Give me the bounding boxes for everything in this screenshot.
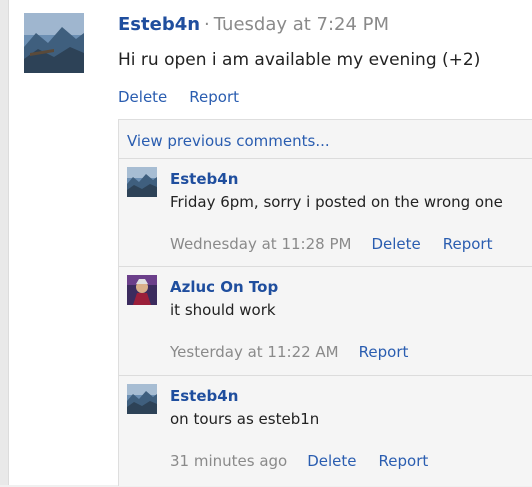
post-author-avatar[interactable] <box>24 13 84 73</box>
comment-author-avatar[interactable] <box>127 167 157 197</box>
comment-meta: Yesterday at 11:22 AM Report <box>170 343 430 361</box>
comment-text: Friday 6pm, sorry i posted on the wrong … <box>170 193 503 211</box>
comment-timestamp[interactable]: Yesterday at 11:22 AM <box>170 343 339 361</box>
post-header-separator: · <box>204 14 210 35</box>
comment-author-avatar[interactable] <box>127 384 157 414</box>
comment-meta: 31 minutes ago Delete Report <box>170 452 450 470</box>
comments-panel: View previous comments... Esteb4n Friday… <box>118 119 532 486</box>
post-text: Hi ru open i am available my evening (+2… <box>118 50 481 70</box>
landscape-avatar-image <box>127 384 157 414</box>
post-body: Esteb4n · Tuesday at 7:24 PM Hi ru open i … <box>104 0 532 486</box>
view-previous-comments-link[interactable]: View previous comments... <box>127 132 330 150</box>
landscape-avatar-image <box>127 167 157 197</box>
comment-report-link[interactable]: Report <box>359 343 409 361</box>
comment-timestamp[interactable]: 31 minutes ago <box>170 452 287 470</box>
comment-delete-link[interactable]: Delete <box>307 452 356 470</box>
post-timestamp[interactable]: Tuesday at 7:24 PM <box>214 14 389 35</box>
post-delete-link[interactable]: Delete <box>118 88 167 106</box>
landscape-avatar-image <box>24 13 84 73</box>
post-author-name[interactable]: Esteb4n <box>118 14 200 35</box>
character-avatar-image <box>127 275 157 305</box>
comment-report-link[interactable]: Report <box>443 235 493 253</box>
post-report-link[interactable]: Report <box>189 88 239 106</box>
comment-author-name[interactable]: Esteb4n <box>170 387 238 405</box>
comment-item: Azluc On Top it should work Yesterday at… <box>119 266 532 376</box>
left-gutter <box>0 0 9 485</box>
comment-item: Esteb4n on tours as esteb1n 31 minutes a… <box>119 375 532 487</box>
post-caret <box>95 28 104 46</box>
comment-text: on tours as esteb1n <box>170 410 320 428</box>
post-header: Esteb4n · Tuesday at 7:24 PM <box>118 14 389 35</box>
comment-item: Esteb4n Friday 6pm, sorry i posted on th… <box>119 158 532 267</box>
comment-author-avatar[interactable] <box>127 275 157 305</box>
comment-author-name[interactable]: Azluc On Top <box>170 278 278 296</box>
comment-report-link[interactable]: Report <box>379 452 429 470</box>
comment-delete-link[interactable]: Delete <box>371 235 420 253</box>
comment-author-name[interactable]: Esteb4n <box>170 170 238 188</box>
post-actions: Delete Report <box>118 88 261 106</box>
comment-timestamp[interactable]: Wednesday at 11:28 PM <box>170 235 351 253</box>
comment-text: it should work <box>170 301 276 319</box>
comment-meta: Wednesday at 11:28 PM Delete Report <box>170 235 514 253</box>
